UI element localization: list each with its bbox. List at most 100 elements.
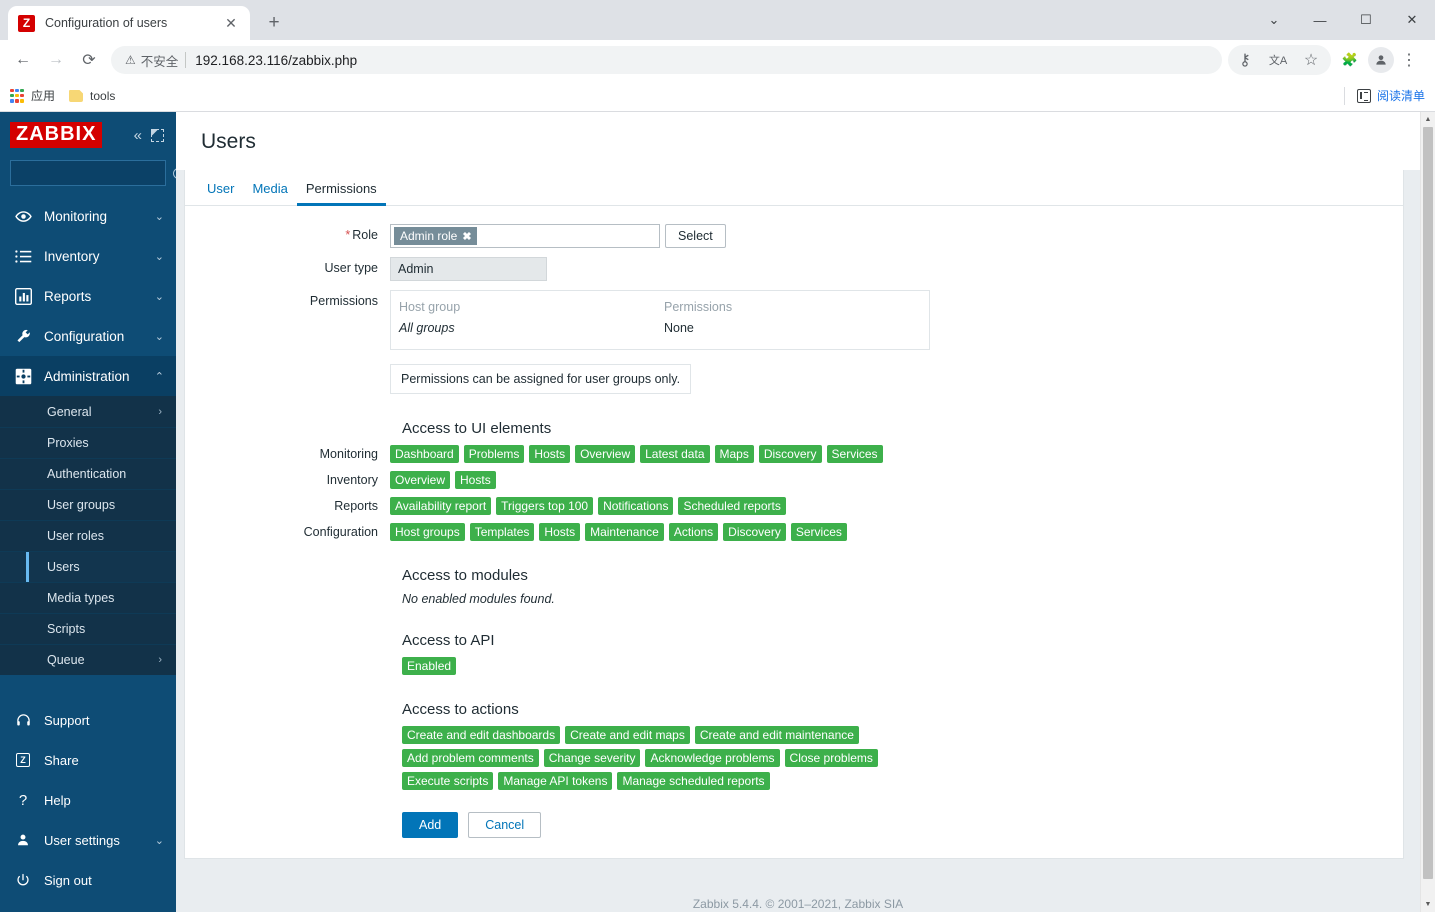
reload-icon[interactable]: ⟳ [74,45,104,75]
ui-badge: Maintenance [585,523,664,541]
ui-group-monitoring: Monitoring Dashboard Problems Hosts Over… [185,445,1403,463]
modules-section: Access to modules No enabled modules fou… [390,567,1403,606]
chevron-down-icon: ⌄ [155,290,164,303]
action-badge: Create and edit maintenance [695,726,859,744]
reading-list-label: 阅读清单 [1377,87,1425,104]
browser-tab[interactable]: Z Configuration of users ✕ [8,6,250,40]
tab-media[interactable]: Media [243,181,296,205]
zabbix-logo[interactable]: ZABBIX [10,122,102,148]
tab-search-icon[interactable]: ⌄ [1251,3,1297,37]
form-panel: User Media Permissions *Role Admin [184,170,1404,859]
search-input[interactable] [18,166,173,180]
role-multiselect[interactable]: Admin role ✖ [390,224,660,248]
permissions-notice: Permissions can be assigned for user gro… [390,364,691,394]
form-tabs: User Media Permissions [185,170,1403,206]
browser-menu-icon[interactable]: ⋮ [1394,45,1424,75]
sidebar-item-label: Configuration [44,329,155,344]
column-header-permissions: Permissions [664,297,732,318]
page-scrollbar[interactable]: ▲ ▼ [1420,112,1435,912]
bookmark-apps[interactable]: 应用 [10,87,55,104]
forward-icon[interactable]: → [41,45,71,75]
sidebar-item-general[interactable]: General › [0,396,176,427]
scroll-up-arrow[interactable]: ▲ [1421,112,1435,127]
page-title: Users [176,112,1420,170]
sidebar-item-user-roles[interactable]: User roles [0,520,176,551]
compact-view-icon[interactable] [151,129,164,142]
sidebar-item-user-groups[interactable]: User groups [0,489,176,520]
sidebar-search[interactable] [10,160,166,186]
bookmark-item-label: tools [90,89,115,103]
password-key-icon[interactable]: ⚷ [1230,45,1260,75]
minimize-icon[interactable]: — [1297,3,1343,37]
sidebar-item-scripts[interactable]: Scripts [0,613,176,644]
omnibox-divider [185,52,186,68]
sidebar-item-administration[interactable]: Administration ⌃ [0,356,176,396]
sidebar-item-users[interactable]: Users [0,551,176,582]
sidebar-subitem-label: Users [47,560,80,574]
form-buttons: Add Cancel [402,812,1403,838]
reading-list-icon [1357,89,1371,103]
sidebar-item-queue[interactable]: Queue › [0,644,176,675]
extensions-icon[interactable]: 🧩 [1335,45,1365,75]
close-icon[interactable]: ✕ [220,12,242,34]
sidebar-item-help[interactable]: ? Help [0,780,176,820]
sidebar-item-reports[interactable]: Reports ⌄ [0,276,176,316]
add-button[interactable]: Add [402,812,458,838]
chevron-down-icon: ⌄ [155,834,164,847]
permissions-table: Host group Permissions All groups None [390,290,930,350]
bookmark-item-tools[interactable]: tools [69,89,115,103]
browser-tab-title: Configuration of users [45,16,220,30]
ui-badge: Host groups [390,523,465,541]
api-section: Access to API Enabled [390,632,1403,675]
sidebar-item-authentication[interactable]: Authentication [0,458,176,489]
cancel-button[interactable]: Cancel [468,812,541,838]
reading-list-group[interactable]: 阅读清单 [1344,87,1425,105]
action-badge: Execute scripts [402,772,493,790]
gear-icon [12,366,34,386]
sidebar-item-media-types[interactable]: Media types [0,582,176,613]
browser-window: Z Configuration of users ✕ + ⌄ — ☐ ✕ ← →… [0,0,1435,912]
list-icon [12,246,34,266]
ui-group-configuration: Configuration Host groups Templates Host… [185,523,1403,541]
translate-icon[interactable]: 文A [1263,45,1293,75]
sidebar-item-support[interactable]: Support [0,700,176,740]
ui-group-inventory: Inventory Overview Hosts [185,471,1403,489]
column-header-host-group: Host group [399,297,664,318]
sidebar-item-user-settings[interactable]: User settings ⌄ [0,820,176,860]
sidebar-footer: Support Z Share ? Help [0,700,176,912]
sidebar-item-share[interactable]: Z Share [0,740,176,780]
sidebar-item-label: Inventory [44,249,155,264]
sidebar-item-proxies[interactable]: Proxies [0,427,176,458]
sidebar-collapse-icon[interactable]: « [134,128,142,143]
cell-host-group: All groups [399,318,664,339]
ui-group-label: Inventory [185,473,390,487]
page-footer: Zabbix 5.4.4. © 2001–2021, Zabbix SIA [176,859,1420,911]
sidebar-item-configuration[interactable]: Configuration ⌄ [0,316,176,356]
action-badge: Acknowledge problems [645,749,779,767]
sidebar-item-monitoring[interactable]: Monitoring ⌄ [0,196,176,236]
bookmark-star-icon[interactable]: ☆ [1296,45,1326,75]
back-icon[interactable]: ← [8,45,38,75]
action-badge: Close problems [785,749,878,767]
tab-user[interactable]: User [198,181,243,205]
window-close-icon[interactable]: ✕ [1389,3,1435,37]
select-role-button[interactable]: Select [665,224,726,248]
action-badge: Create and edit dashboards [402,726,560,744]
modules-empty-text: No enabled modules found. [402,592,1403,606]
maximize-icon[interactable]: ☐ [1343,3,1389,37]
label-text: Role [352,228,378,242]
sidebar-item-inventory[interactable]: Inventory ⌄ [0,236,176,276]
profile-avatar[interactable] [1368,47,1394,73]
scrollbar-thumb[interactable] [1423,127,1433,879]
address-bar[interactable]: ⚠ 不安全 192.168.23.116/zabbix.php [111,46,1222,74]
badge-list: Add problem comments Change severity Ack… [402,749,1403,767]
tab-permissions[interactable]: Permissions [297,181,386,205]
field-label-permissions: Permissions [185,290,390,308]
role-chip[interactable]: Admin role ✖ [394,227,477,245]
table-row: All groups None [399,318,921,339]
scroll-down-arrow[interactable]: ▼ [1421,897,1435,912]
sidebar-footer-label: User settings [44,833,155,848]
new-tab-button[interactable]: + [260,9,288,37]
sidebar-item-sign-out[interactable]: Sign out [0,860,176,900]
remove-icon[interactable]: ✖ [462,230,471,243]
